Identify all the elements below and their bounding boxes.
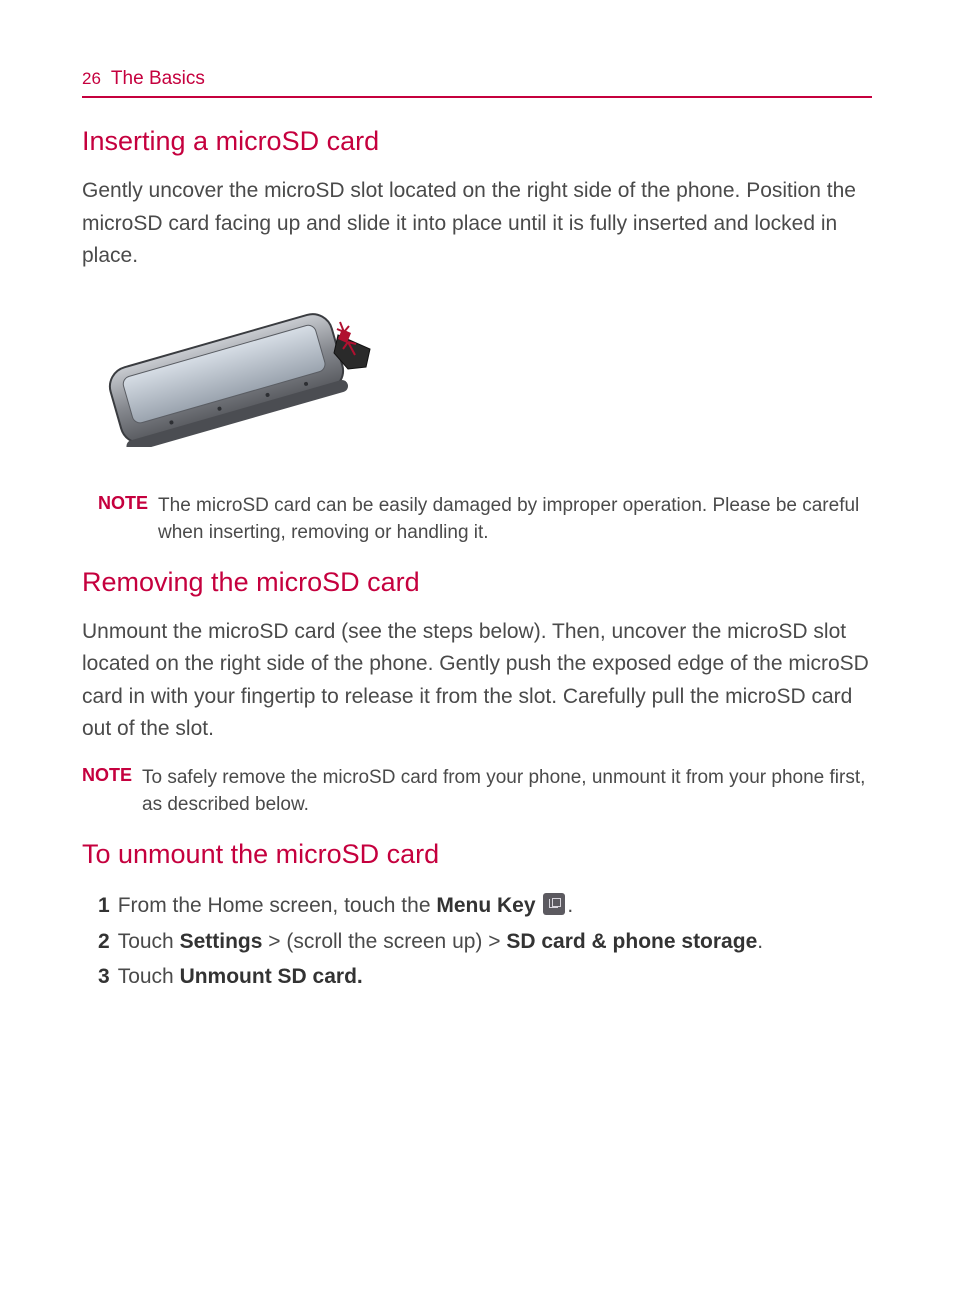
step-3: 3 Touch Unmount SD card. — [98, 959, 872, 995]
step-2: 2 Touch Settings > (scroll the screen up… — [98, 924, 872, 960]
note-body: To safely remove the microSD card from y… — [142, 764, 872, 819]
heading-inserting: Inserting a microSD card — [82, 126, 872, 157]
section-title: The Basics — [111, 68, 205, 90]
step-number: 3 — [98, 959, 118, 995]
page-number: 26 — [82, 69, 101, 89]
manual-page: 26 The Basics Inserting a microSD card G… — [0, 0, 954, 995]
step-1: 1 From the Home screen, touch the Menu K… — [98, 888, 872, 924]
page-header: 26 The Basics — [82, 68, 872, 98]
step-body: Touch Settings > (scroll the screen up) … — [118, 924, 872, 960]
step-number: 2 — [98, 924, 118, 960]
note-remove: NOTE To safely remove the microSD card f… — [82, 764, 872, 819]
heading-unmount: To unmount the microSD card — [82, 839, 872, 870]
note-insert: NOTE The microSD card can be easily dama… — [82, 492, 872, 547]
note-label: NOTE — [82, 764, 142, 786]
menu-key-icon — [543, 893, 565, 915]
heading-removing: Removing the microSD card — [82, 567, 872, 598]
steps-list: 1 From the Home screen, touch the Menu K… — [82, 888, 872, 995]
microsd-illustration — [90, 297, 380, 447]
note-label: NOTE — [98, 492, 158, 514]
note-body: The microSD card can be easily damaged b… — [158, 492, 872, 547]
step-body: From the Home screen, touch the Menu Key… — [118, 888, 872, 924]
step-body: Touch Unmount SD card. — [118, 959, 872, 995]
insert-body: Gently uncover the microSD slot located … — [82, 175, 872, 273]
step-number: 1 — [98, 888, 118, 924]
remove-body: Unmount the microSD card (see the steps … — [82, 616, 872, 746]
